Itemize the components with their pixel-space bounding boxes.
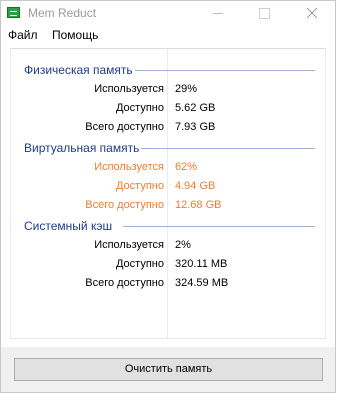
system-cache-title: Системный кэш: [24, 219, 113, 233]
close-button[interactable]: [289, 1, 335, 26]
column-divider: [167, 49, 168, 338]
physical-memory-rule: [135, 70, 315, 71]
virtual-available-label: Доступно: [115, 180, 164, 192]
app-icon: [7, 7, 20, 18]
system-cache-rule: [123, 226, 315, 227]
physical-used-value: 29%: [175, 83, 198, 95]
title-bar[interactable]: Mem Reduct: [1, 1, 335, 26]
close-icon: [307, 8, 317, 18]
menu-file[interactable]: Файл: [8, 28, 38, 42]
cache-used-value: 2%: [175, 239, 191, 251]
virtual-used-value: 62%: [175, 161, 198, 173]
clean-memory-button[interactable]: Очистить память: [14, 358, 323, 381]
cache-used-label: Используется: [94, 239, 164, 251]
virtual-available-value: 4.94 GB: [175, 180, 216, 192]
cache-available-value: 320.11 MB: [175, 258, 228, 270]
cache-available-label: Доступно: [115, 258, 164, 270]
physical-total-label: Всего доступно: [85, 121, 164, 133]
physical-available-value: 5.62 GB: [175, 102, 216, 114]
physical-used-label: Используется: [94, 83, 164, 95]
minimize-button[interactable]: [195, 1, 241, 26]
cache-total-value: 324.59 MB: [175, 277, 229, 289]
menu-help[interactable]: Помощь: [52, 28, 98, 42]
virtual-total-value: 12.68 GB: [175, 199, 222, 211]
window-title: Mem Reduct: [28, 6, 97, 20]
menu-bar: Файл Помощь: [1, 27, 335, 45]
virtual-memory-rule: [141, 148, 315, 149]
maximize-button[interactable]: [241, 1, 287, 26]
physical-memory-title: Физическая память: [24, 63, 133, 77]
virtual-total-label: Всего доступно: [85, 199, 164, 211]
virtual-used-label: Используется: [94, 161, 164, 173]
physical-available-label: Доступно: [115, 102, 164, 114]
virtual-memory-title: Виртуальная память: [24, 141, 140, 155]
physical-total-value: 7.93 GB: [175, 121, 216, 133]
stats-panel: Физическая память Используется 29% Досту…: [10, 48, 326, 339]
cache-total-label: Всего доступно: [85, 277, 164, 289]
main-window: Mem Reduct Файл Помощь Физическая память…: [0, 0, 336, 393]
